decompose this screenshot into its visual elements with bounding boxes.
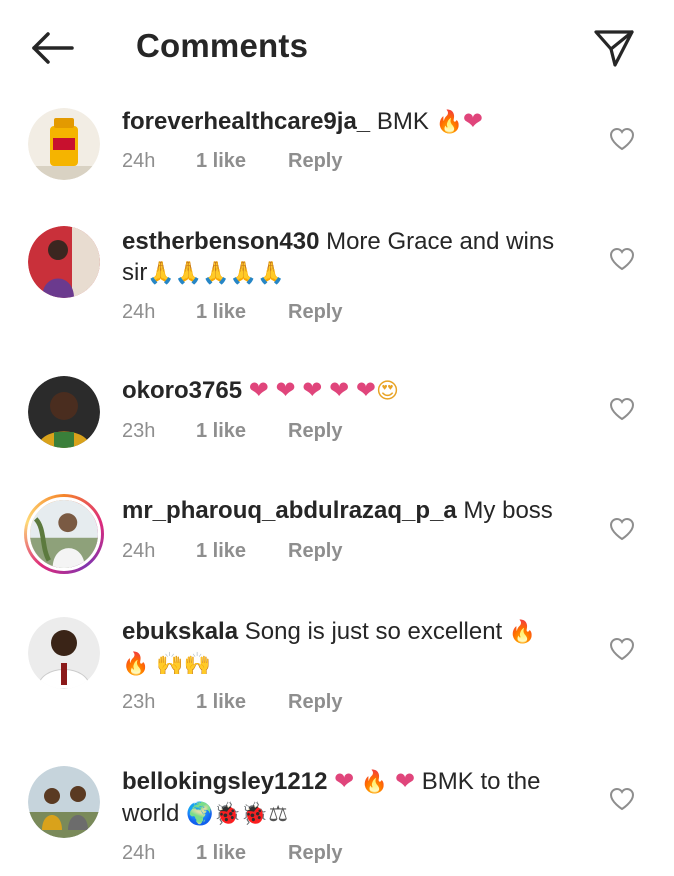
heart-emoji: ❤ [334,767,355,795]
comment-time: 24h [122,842,156,864]
heart-emoji: ❤ [302,376,323,404]
comment-text: estherbenson430 More Grace and wins sir🙏… [122,226,582,289]
comment-body: Song is just so excellent [238,618,509,645]
comment-text: ebukskala Song is just so excellent 🔥 🔥 🙌… [122,616,582,680]
fire-emoji: 🔥 [122,652,150,677]
heart-emoji: ❤ [462,107,484,135]
raising-hands-emoji: 🙌 [183,652,211,677]
heart-eyes-emoji: 😍 [375,379,399,404]
comment-username[interactable]: bellokingsley1212 [122,768,327,795]
comment-likes[interactable]: 1 like [196,420,288,443]
heart-icon[interactable] [608,516,636,542]
pray-emoji: 🙏 [147,261,175,286]
pray-emoji: 🙏 [229,261,257,286]
pray-emoji: 🙏 [202,261,230,286]
fire-emoji: 🔥 [508,620,537,645]
fire-emoji: 🔥 [435,110,463,135]
heart-icon[interactable] [608,636,636,662]
avatar[interactable] [28,108,100,180]
comment-meta: 24h 1 like Reply [122,150,342,173]
avatar-with-story-ring[interactable] [24,494,104,574]
reply-button[interactable]: Reply [288,540,342,563]
avatar[interactable] [28,226,100,298]
heart-icon[interactable] [608,396,636,422]
comment-meta: 23h 1 like Reply [122,691,342,714]
direct-share-icon[interactable] [590,26,638,70]
header: Comments [0,0,674,96]
comment-time: 24h [122,150,156,172]
comment-username[interactable]: estherbenson430 [122,228,319,255]
comment-text: mr_pharouq_abdulrazaq_p_a My boss [122,495,582,526]
ladybug-emoji: 🐞 [213,802,241,827]
heart-icon[interactable] [608,246,636,272]
raising-hands-emoji: 🙌 [156,652,184,677]
heart-emoji: ❤ [329,376,350,404]
comment-likes[interactable]: 1 like [196,150,288,173]
fire-emoji: 🔥 [360,770,389,795]
reply-button[interactable]: Reply [288,420,342,443]
comment-likes[interactable]: 1 like [196,540,288,563]
comment-likes[interactable]: 1 like [196,691,288,714]
heart-emoji: ❤ [275,376,296,404]
back-arrow-icon[interactable] [28,28,76,68]
comment-text: bellokingsley1212 ❤ 🔥 ❤ BMK to the world… [122,766,582,830]
comment-username[interactable]: ebukskala [122,618,238,645]
reply-button[interactable]: Reply [288,150,342,173]
globe-emoji: 🌍 [186,802,214,827]
ladybug-emoji: 🐞 [240,802,269,827]
avatar[interactable] [28,376,100,448]
scales-emoji: ⚖ [268,802,288,827]
comment-time: 23h [122,420,156,442]
comment-text: foreverhealthcare9ja_ BMK 🔥❤ [122,106,582,138]
comment-likes[interactable]: 1 like [196,301,288,324]
avatar[interactable] [28,766,100,838]
heart-icon[interactable] [608,786,636,812]
reply-button[interactable]: Reply [288,301,342,324]
heart-emoji: ❤ [248,376,269,404]
comment-username[interactable]: mr_pharouq_abdulrazaq_p_a [122,497,457,524]
comment-username[interactable]: foreverhealthcare9ja_ [122,108,370,135]
comment-meta: 23h 1 like Reply [122,420,342,443]
comment-meta: 24h 1 like Reply [122,540,342,563]
comment-body: BMK [370,108,436,135]
comment-time: 24h [122,301,156,323]
comment-username[interactable]: okoro3765 [122,377,242,404]
heart-emoji: ❤ [355,376,376,404]
heart-icon[interactable] [608,126,636,152]
heart-emoji: ❤ [394,767,416,795]
comment-body [242,377,249,404]
comment-body: My boss [456,497,553,524]
comment-likes[interactable]: 1 like [196,842,288,865]
pray-emoji: 🙏 [256,261,285,286]
pray-emoji: 🙏 [174,261,203,286]
comment-text: okoro3765 ❤ ❤ ❤ ❤ ❤😍 [122,375,582,407]
comment-meta: 24h 1 like Reply [122,842,342,865]
reply-button[interactable]: Reply [288,842,342,865]
reply-button[interactable]: Reply [288,691,342,714]
comment-meta: 24h 1 like Reply [122,301,342,324]
comment-time: 24h [122,540,156,562]
avatar[interactable] [28,617,100,689]
page-title: Comments [136,27,309,64]
comment-time: 23h [122,691,156,713]
